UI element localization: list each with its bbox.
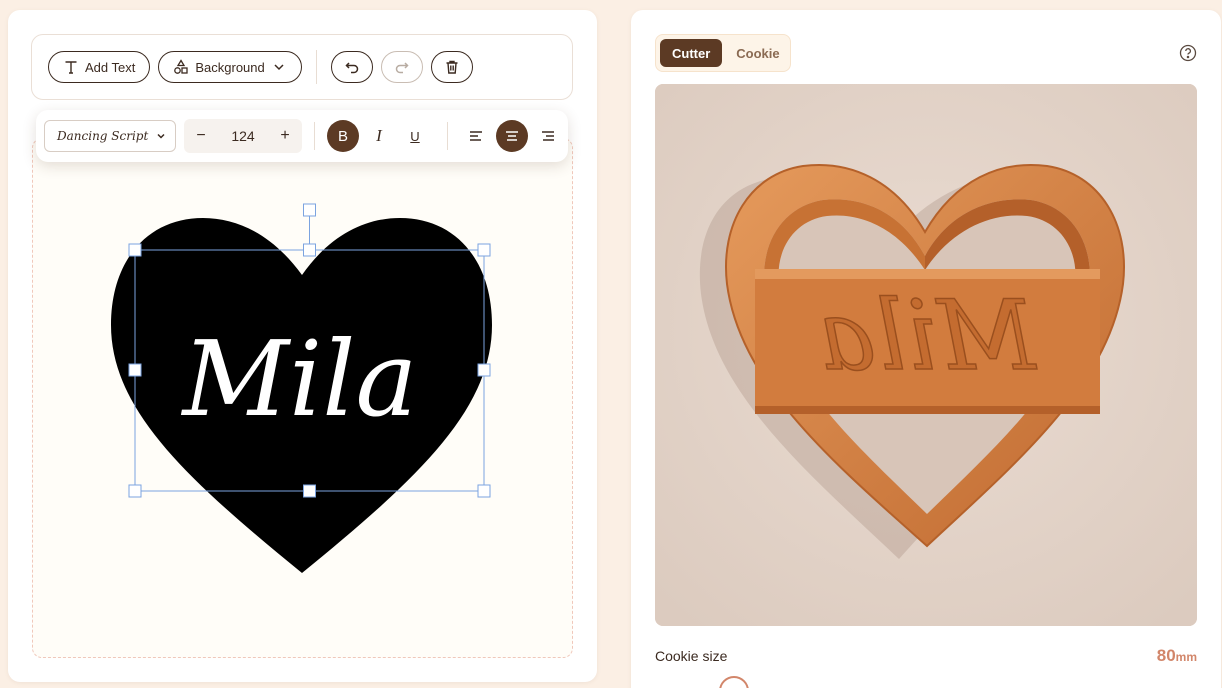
redo-button[interactable] [380,51,423,83]
cookie-size-unit: mm [1175,650,1197,664]
cookie-size-value: 80mm [1157,646,1197,666]
italic-label: I [376,126,382,145]
chevron-down-icon [157,133,165,139]
text-icon [65,61,77,74]
bold-button[interactable]: B [327,120,359,152]
format-divider [314,122,315,150]
add-text-button[interactable]: Add Text [48,51,151,83]
3d-preview-viewport[interactable]: Mila [655,84,1197,626]
resize-handle-nw[interactable] [128,243,142,257]
tab-cutter[interactable]: Cutter [660,39,723,67]
align-left-icon [470,131,482,141]
undo-icon [345,62,358,74]
underline-button[interactable]: U [399,120,431,152]
undo-button[interactable] [330,51,373,83]
model-text: Mila [819,280,1038,392]
increase-size-button[interactable]: + [278,127,292,145]
tab-cookie[interactable]: Cookie [724,39,791,67]
preview-panel: Cutter Cookie Mila Cookie size 80mm [631,10,1221,688]
cookie-size-label: Cookie size [655,648,728,664]
redo-icon [395,62,409,74]
resize-handle-w[interactable] [128,363,142,377]
format-divider [447,122,448,150]
font-size-value[interactable]: 124 [231,128,254,144]
rotation-handle[interactable] [303,203,316,217]
trash-icon [446,60,458,74]
resize-handle-ne[interactable] [477,243,491,257]
font-size-stepper[interactable]: − 124 + [184,119,302,153]
background-label: Background [195,59,265,75]
font-family-value: Dancing Script [57,129,149,143]
underline-label: U [410,128,420,144]
preview-mode-toggle: Cutter Cookie [655,34,791,72]
align-left-button[interactable] [460,120,492,152]
italic-button[interactable]: I [363,120,395,152]
align-right-button[interactable] [532,120,564,152]
delete-button[interactable] [430,51,473,83]
shapes-icon [174,59,189,74]
background-button[interactable]: Background [158,51,302,83]
bold-label: B [337,127,348,145]
editor-panel: Add Text Background Dancing Script − 124… [8,10,597,682]
resize-handle-sw[interactable] [128,484,142,498]
decrease-size-button[interactable]: − [194,127,208,145]
chevron-down-icon [274,64,284,71]
cookie-size-slider-handle[interactable] [719,676,749,688]
add-text-label: Add Text [85,59,136,75]
heart-design[interactable]: Mila [108,200,498,580]
align-center-icon [506,131,518,141]
help-icon[interactable] [1179,44,1197,62]
cookie-size-number: 80 [1156,646,1176,665]
resize-handle-n[interactable] [303,243,316,257]
heart-text[interactable]: Mila [180,318,417,440]
font-family-select[interactable]: Dancing Script [44,120,176,152]
align-right-icon [542,131,554,141]
align-center-button[interactable] [496,120,528,152]
editor-toolbar: Add Text Background [31,34,573,100]
resize-handle-s[interactable] [303,484,316,498]
resize-handle-se[interactable] [477,484,491,498]
text-format-bar: Dancing Script − 124 + B I U [36,110,568,162]
resize-handle-e[interactable] [477,363,491,377]
cookie-cutter-model: Mila [655,84,1197,626]
toolbar-divider [315,50,317,84]
